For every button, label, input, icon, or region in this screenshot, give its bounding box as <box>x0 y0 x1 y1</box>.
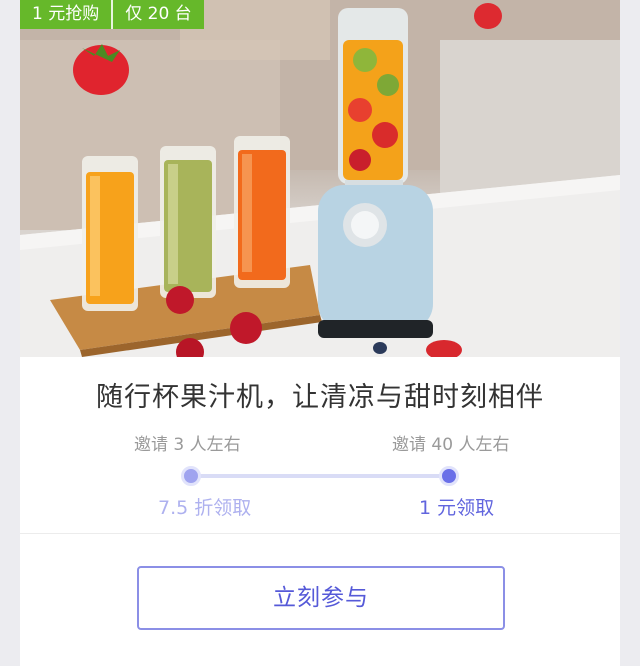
section-divider <box>20 533 620 534</box>
step-1-reward-label: 7.5 折领取 <box>158 497 252 519</box>
step-1-invite-label: 邀请 3 人左右 <box>134 435 241 455</box>
step-2-reward-label: 1 元领取 <box>419 497 495 519</box>
step-1-marker <box>181 466 201 486</box>
join-button[interactable]: 立刻参与 <box>137 566 505 630</box>
product-title: 随行杯果汁机，让清凉与甜时刻相伴 <box>96 382 544 413</box>
step-2-invite-label: 邀请 40 人左右 <box>392 435 510 455</box>
promo-stock-label: 仅 20 台 <box>125 4 192 24</box>
progress-track <box>190 474 452 478</box>
promo-badge: 1 元抢购 仅 20 台 <box>20 0 204 29</box>
promo-price-label: 1 元抢购 <box>32 4 100 24</box>
product-card: 1 元抢购 仅 20 台 随行杯果汁机，让清凉与甜时刻相伴 邀请 3 人左右 邀… <box>20 0 620 666</box>
step-2-marker <box>439 466 459 486</box>
product-photo: 1 元抢购 仅 20 台 <box>20 0 620 357</box>
